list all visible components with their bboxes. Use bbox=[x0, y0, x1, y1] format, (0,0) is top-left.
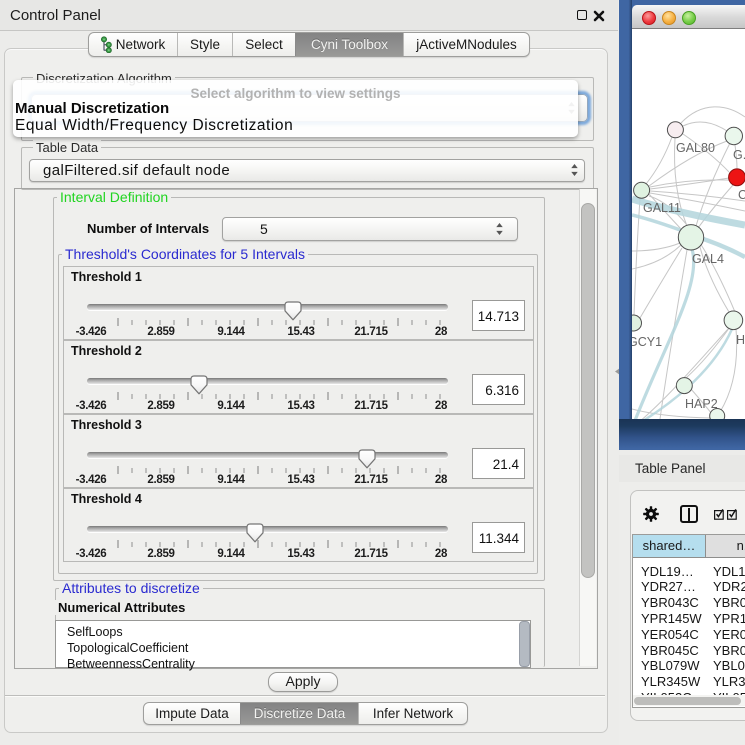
svg-text:H: H bbox=[736, 333, 745, 347]
svg-text:GAL11: GAL11 bbox=[643, 201, 681, 215]
svg-text:C: C bbox=[738, 188, 745, 202]
svg-text:G.: G. bbox=[733, 148, 745, 162]
svg-text:GCY1: GCY1 bbox=[632, 335, 662, 349]
svg-text:GAL4: GAL4 bbox=[692, 252, 724, 266]
svg-text:HAP2: HAP2 bbox=[685, 397, 718, 411]
svg-text:GAL80: GAL80 bbox=[676, 141, 715, 155]
